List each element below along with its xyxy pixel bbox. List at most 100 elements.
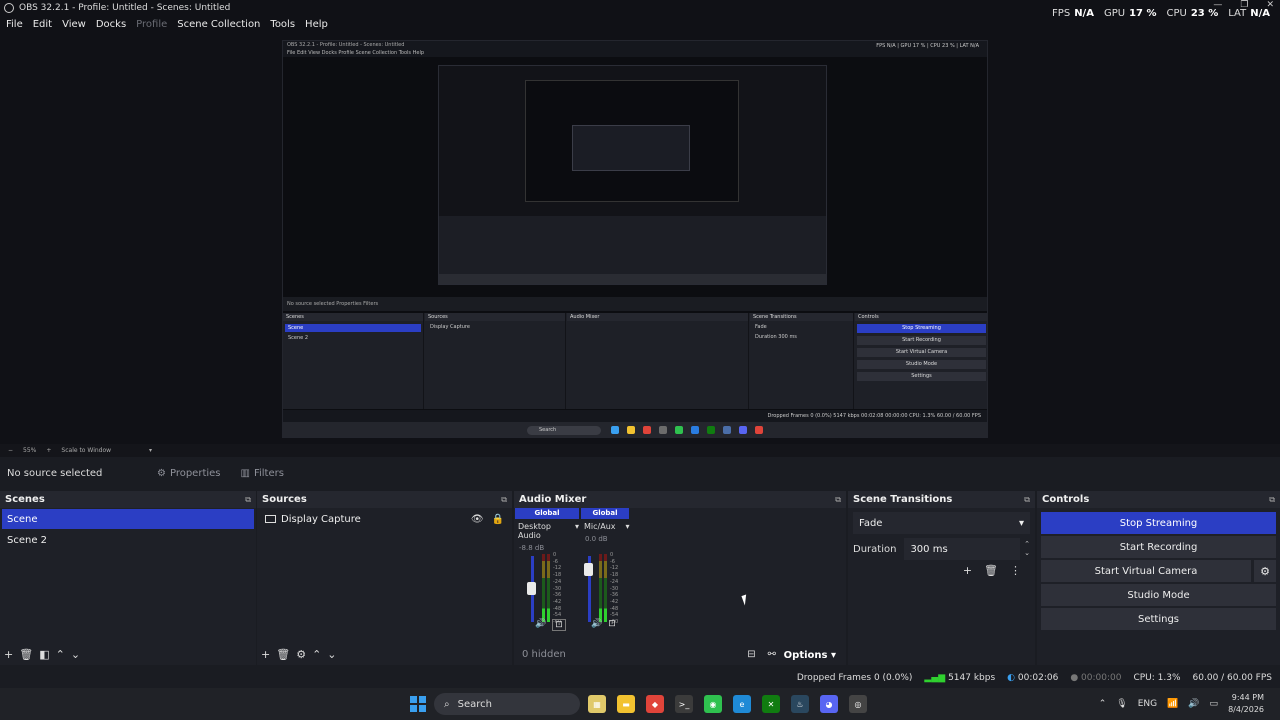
add-transition-button[interactable]: + xyxy=(963,564,972,577)
hidden-channels-label[interactable]: 0 hidden xyxy=(522,649,566,660)
preview-taskbar-search: Search xyxy=(527,426,601,435)
undock-icon[interactable]: ⧉ xyxy=(835,495,841,505)
scale-mode-label[interactable]: Scale to Window xyxy=(61,447,111,454)
spin-down-icon[interactable]: ⌄ xyxy=(1024,549,1030,558)
move-scene-up-button[interactable]: ⌃ xyxy=(56,648,65,661)
taskbar-app-steam-icon[interactable]: ♨ xyxy=(791,695,809,713)
virtual-camera-settings-gear-icon[interactable]: ⚙ xyxy=(1254,560,1276,582)
scene-item[interactable]: Scene xyxy=(2,509,254,529)
settings-button[interactable]: Settings xyxy=(1041,608,1276,630)
volume-slider-handle[interactable] xyxy=(527,582,536,595)
menu-scene-collection[interactable]: Scene Collection xyxy=(177,19,260,30)
scale-mode-dropdown-icon[interactable]: ▾ xyxy=(149,447,152,454)
undock-icon[interactable]: ⧉ xyxy=(501,495,507,505)
preview-controls-header: Controls xyxy=(855,313,987,321)
language-indicator[interactable]: ENG xyxy=(1138,699,1157,709)
add-source-button[interactable]: + xyxy=(261,648,270,661)
tray-overflow-chevron-icon[interactable]: ⌃ xyxy=(1099,699,1107,709)
taskbar-app-terminal-icon[interactable]: >_ xyxy=(675,695,693,713)
wifi-icon[interactable]: 📶 xyxy=(1167,699,1178,709)
taskbar-app-obs-icon[interactable]: ◎ xyxy=(849,695,867,713)
transition-select[interactable]: Fade ▾ xyxy=(853,512,1030,534)
move-source-down-button[interactable]: ⌄ xyxy=(327,648,336,661)
menu-edit[interactable]: Edit xyxy=(33,19,52,30)
dropped-frames: Dropped Frames 0 (0.0%) xyxy=(796,673,913,683)
taskbar-app-folder-icon[interactable]: ▬ xyxy=(617,695,635,713)
visibility-eye-icon[interactable]: 👁 xyxy=(471,514,484,525)
remove-scene-button[interactable]: 🗑 xyxy=(19,648,33,661)
menu-docks[interactable]: Docks xyxy=(96,19,126,30)
stop-streaming-button[interactable]: Stop Streaming xyxy=(1041,512,1276,534)
mute-speaker-icon[interactable]: 🔊 xyxy=(591,619,602,629)
undock-icon[interactable]: ⧉ xyxy=(245,495,251,505)
remove-source-button[interactable]: 🗑 xyxy=(276,648,290,661)
scene-item[interactable]: Scene 2 xyxy=(2,530,254,550)
program-preview[interactable]: OBS 32.2.1 - Profile: Untitled - Scenes:… xyxy=(282,40,988,438)
windows-start-icon[interactable] xyxy=(410,696,426,712)
menu-tools[interactable]: Tools xyxy=(270,19,295,30)
volume-slider-handle[interactable] xyxy=(584,563,593,576)
monitor-toggle-icon[interactable]: ⊡ xyxy=(608,619,616,629)
source-properties-button[interactable]: ⚙ xyxy=(296,648,306,661)
preview-mixer-header: Audio Mixer xyxy=(567,313,748,321)
cpu-usage: CPU: 1.3% xyxy=(1133,673,1181,683)
filters-label: Filters xyxy=(253,468,284,479)
filters-button[interactable]: ▥ Filters xyxy=(233,463,292,485)
taskbar-app-files-icon[interactable]: ▦ xyxy=(588,695,606,713)
taskbar-app-xbox-icon[interactable]: ✕ xyxy=(762,695,780,713)
microphone-icon[interactable]: 🎙 xyxy=(1116,699,1127,709)
start-recording-button[interactable]: Start Recording xyxy=(1041,536,1276,558)
channel-name-dropdown[interactable]: Mic/Aux ▾ xyxy=(581,522,630,531)
taskbar-app-line-icon[interactable]: ◉ xyxy=(704,695,722,713)
menu-profile[interactable]: Profile xyxy=(136,19,167,30)
properties-button[interactable]: ⚙ Properties xyxy=(149,463,229,485)
scene-filters-button[interactable]: ◧ xyxy=(39,648,49,661)
menu-file[interactable]: File xyxy=(6,19,23,30)
menu-view[interactable]: View xyxy=(62,19,86,30)
preview-duration: Duration 300 ms xyxy=(755,334,797,340)
move-scene-down-button[interactable]: ⌄ xyxy=(71,648,80,661)
zoom-in-button[interactable]: + xyxy=(46,447,51,454)
preview-scene-item: Scene 2 xyxy=(288,335,309,341)
taskbar-app-app-red-icon[interactable]: ◆ xyxy=(646,695,664,713)
mixer-channel-desktop-audio: Global Desktop Audio ▾ -8.8 dB 0 -6 -12 -18… xyxy=(515,508,579,638)
studio-mode-button[interactable]: Studio Mode xyxy=(1041,584,1276,606)
chevron-down-icon: ▾ xyxy=(574,522,579,531)
taskbar-search[interactable]: ⌕ Search xyxy=(434,693,580,715)
menu-help[interactable]: Help xyxy=(305,19,328,30)
channel-controls: 🔊 ⊡ xyxy=(591,619,616,629)
mute-speaker-icon[interactable]: 🔊 xyxy=(535,619,546,631)
add-scene-button[interactable]: + xyxy=(4,648,13,661)
channel-volume-db: -8.8 dB xyxy=(519,544,545,552)
obs-logo-icon xyxy=(4,3,14,13)
taskbar-app-edge-icon[interactable]: e xyxy=(733,695,751,713)
layout-toggle-icon[interactable]: ⊟ xyxy=(747,649,755,660)
battery-icon[interactable]: ▭ xyxy=(1210,699,1219,709)
link-icon[interactable]: ⚯ xyxy=(768,649,776,660)
lock-icon[interactable]: 🔒 xyxy=(492,514,504,525)
source-item[interactable]: Display Capture 👁 🔒 xyxy=(259,509,510,529)
volume-icon[interactable]: 🔊 xyxy=(1188,699,1199,709)
preview-taskbar-icon xyxy=(723,426,731,434)
zoom-out-button[interactable]: − xyxy=(8,447,13,454)
undock-icon[interactable]: ⧉ xyxy=(1269,495,1275,505)
clock-date: 8/4/2026 xyxy=(1228,705,1264,714)
fps-readout: 60.00 / 60.00 FPS xyxy=(1192,673,1272,683)
monitor-toggle-icon[interactable]: ⊡ xyxy=(552,619,566,631)
start-virtual-camera-button[interactable]: Start Virtual Camera xyxy=(1041,560,1251,582)
transition-menu-button[interactable]: ⋮ xyxy=(1010,564,1021,577)
nested-preview-inner xyxy=(525,80,739,202)
performance-stats: FPS N/A GPU 17 % CPU 23 % LAT N/A xyxy=(1052,8,1270,19)
channel-name-dropdown[interactable]: Desktop Audio ▾ xyxy=(515,522,579,540)
duration-spinner[interactable]: ⌃ ⌄ xyxy=(1024,540,1030,558)
move-source-up-button[interactable]: ⌃ xyxy=(312,648,321,661)
duration-input[interactable]: 300 ms xyxy=(904,538,1021,560)
undock-icon[interactable]: ⧉ xyxy=(1024,495,1030,505)
taskbar-clock[interactable]: 9:44 PM 8/4/2026 xyxy=(1228,692,1264,716)
nested-preview-deep xyxy=(572,125,690,171)
transition-actions: + 🗑 ⋮ xyxy=(848,564,1021,577)
remove-transition-button[interactable]: 🗑 xyxy=(984,564,998,577)
spin-up-icon[interactable]: ⌃ xyxy=(1024,540,1030,549)
taskbar-app-discord-icon[interactable]: ◕ xyxy=(820,695,838,713)
mixer-options-button[interactable]: Options ▾ xyxy=(784,650,836,661)
